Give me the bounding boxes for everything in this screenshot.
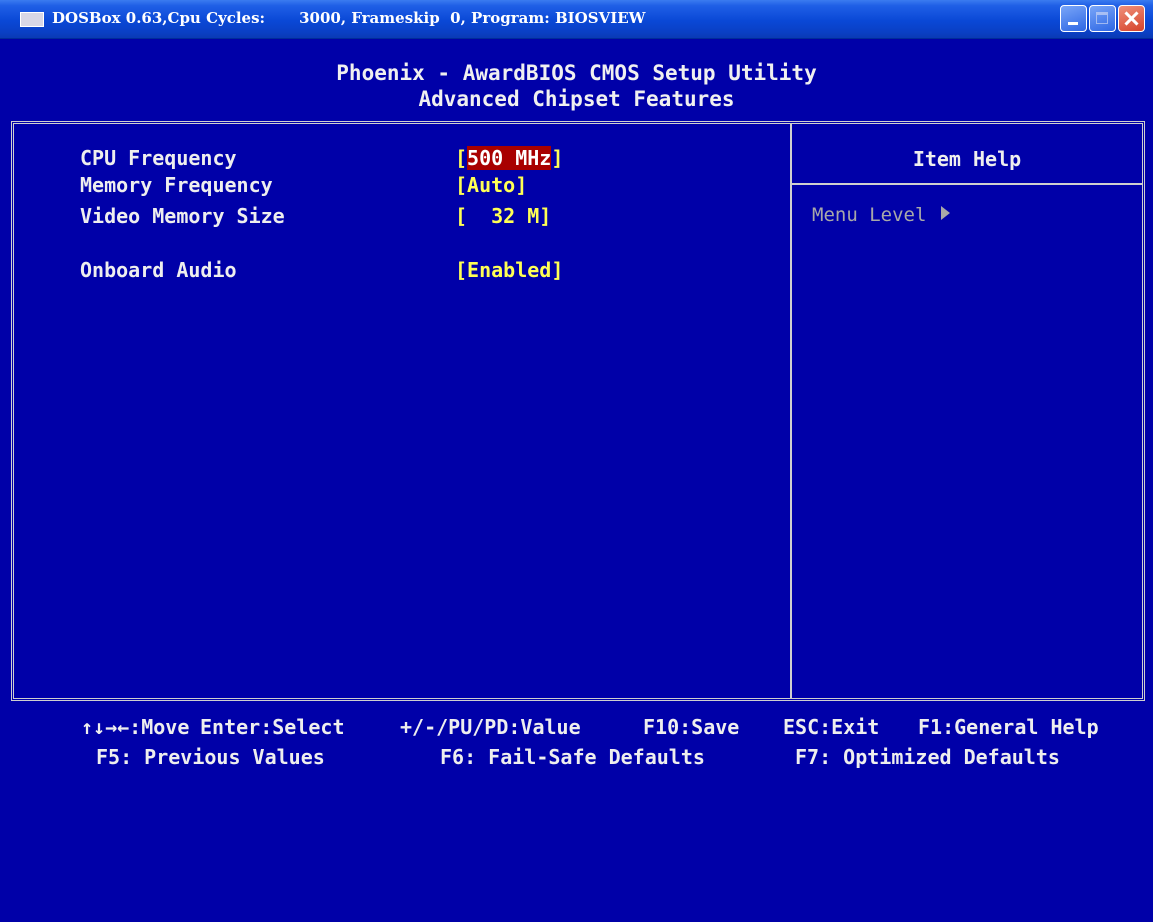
setting-value-cpu-frequency[interactable]: [500 MHz] [455, 145, 563, 171]
item-help-title: Item Help [912, 147, 1022, 171]
footer-fail-safe-hint: F6: Fail-Safe Defaults [440, 745, 705, 769]
title-program-info: 3000, Frameskip 0, Program: BIOSVIEW [299, 9, 646, 27]
bios-title: Phoenix - AwardBIOS CMOS Setup Utility [336, 61, 817, 85]
title-bar[interactable]: DOSBox 0.63,Cpu Cycles: 3000, Frameskip 0… [0, 0, 1153, 39]
menu-level-label: Menu Level [812, 204, 927, 226]
footer-select-hint: Enter:Select [200, 715, 345, 739]
bios-subtitle: Advanced Chipset Features [418, 87, 735, 111]
dosbox-app-icon [20, 12, 44, 27]
window-title: DOSBox 0.63,Cpu Cycles: 3000, Frameskip 0… [52, 9, 646, 27]
footer-exit-hint: ESC:Exit [783, 715, 880, 739]
setting-label-onboard-audio: Onboard Audio [80, 258, 237, 282]
footer-general-help-hint: F1:General Help [918, 715, 1099, 739]
footer-previous-values-hint: F5: Previous Values [96, 745, 325, 769]
minimize-icon[interactable] [1060, 5, 1087, 32]
setting-value-video-memory-size[interactable]: [ 32 M] [455, 203, 551, 229]
setting-label-memory-frequency: Memory Frequency [80, 173, 273, 197]
footer-move-hint: ↑↓→←:Move [81, 715, 190, 739]
footer-save-hint: F10:Save [643, 715, 740, 739]
close-icon[interactable] [1118, 5, 1145, 32]
setting-label-video-memory-size: Video Memory Size [80, 204, 285, 228]
footer-optimized-hint: F7: Optimized Defaults [795, 745, 1060, 769]
help-title-divider [792, 183, 1142, 185]
setting-value-onboard-audio[interactable]: [Enabled] [455, 257, 563, 283]
setting-label-cpu-frequency: CPU Frequency [80, 146, 237, 170]
help-divider [790, 124, 792, 698]
footer-value-hint: +/-/PU/PD:Value [400, 715, 581, 739]
menu-level-arrow-icon [941, 206, 950, 220]
maximize-icon[interactable] [1089, 5, 1116, 32]
footer-keys-row2: F5: Previous Values F6: Fail-Safe Defaul… [0, 744, 1153, 874]
selected-value-highlight[interactable]: 500 MHz [467, 146, 552, 170]
setting-value-memory-frequency[interactable]: [Auto] [455, 172, 527, 198]
title-cpu-cycles: DOSBox 0.63,Cpu Cycles: [52, 9, 266, 27]
dosbox-window: DOSBox 0.63,Cpu Cycles: 3000, Frameskip 0… [0, 0, 1153, 775]
